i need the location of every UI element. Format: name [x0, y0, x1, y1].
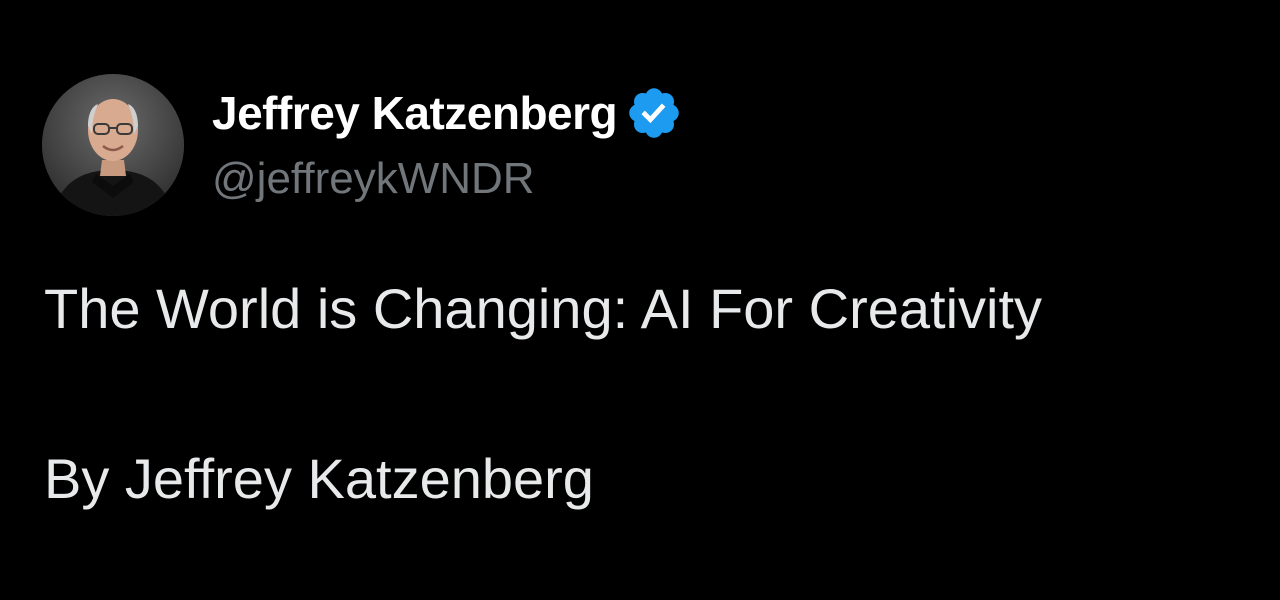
tweet-header: Jeffrey Katzenberg @jeffreykWNDR: [42, 74, 683, 216]
profile-photo-icon: [42, 74, 184, 216]
tweet-text-line: The World is Changing: AI For Creativity: [44, 277, 1043, 340]
tweet-card: Jeffrey Katzenberg @jeffreykWNDR The Wor…: [0, 0, 1280, 600]
avatar[interactable]: [42, 74, 184, 216]
tweet-text-line: By Jeffrey Katzenberg: [44, 447, 594, 510]
user-handle[interactable]: @jeffreykWNDR: [212, 152, 683, 206]
verified-badge-icon[interactable]: [625, 84, 683, 142]
display-name[interactable]: Jeffrey Katzenberg: [212, 85, 618, 141]
display-name-row: Jeffrey Katzenberg: [212, 84, 683, 142]
verified-check-icon: [629, 88, 679, 138]
author-info: Jeffrey Katzenberg @jeffreykWNDR: [212, 84, 683, 206]
